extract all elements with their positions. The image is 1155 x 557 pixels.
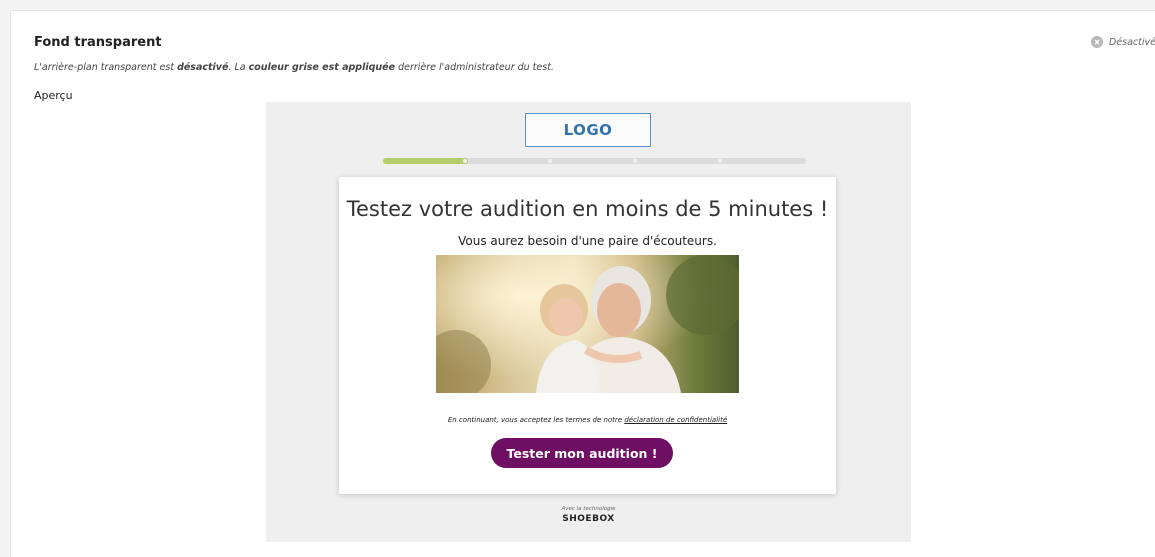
terms-text: En continuant, vous acceptez les termes … <box>339 416 836 424</box>
progress-step-dot <box>718 159 722 163</box>
card-subheadline: Vous aurez besoin d'une paire d'écouteur… <box>458 234 717 248</box>
preview-area: LOGO Testez votre audition en moins de 5… <box>266 102 911 542</box>
card-headline: Testez votre audition en moins de 5 minu… <box>346 197 829 221</box>
terms-prefix: En continuant, vous acceptez les termes … <box>447 416 625 424</box>
close-circle-icon <box>1091 36 1103 48</box>
progress-step-dot <box>548 159 552 163</box>
status-toggle[interactable]: Désactivé <box>1091 36 1155 48</box>
progress-fill <box>383 158 468 164</box>
powered-by-text: Avec la technologie <box>561 506 616 512</box>
description-emphasis-2: couleur grise est appliquée <box>248 62 396 73</box>
progress-step-dot <box>463 159 467 163</box>
description-text-2: . La <box>228 62 249 73</box>
description-emphasis-1: désactivé <box>177 62 229 73</box>
section-title: Fond transparent <box>34 35 162 50</box>
start-test-button[interactable]: Tester mon audition ! <box>491 438 673 468</box>
description-text-3: derrière l'administrateur du test. <box>395 62 554 73</box>
hero-photo <box>436 255 739 393</box>
progress-bar <box>383 158 806 164</box>
preview-label: Aperçu <box>34 89 73 102</box>
welcome-card: Testez votre audition en moins de 5 minu… <box>339 177 836 494</box>
brand-logo-text: SHOEBOX <box>562 514 615 524</box>
section-description: L'arrière-plan transparent est désactivé… <box>34 62 554 73</box>
privacy-link[interactable]: déclaration de confidentialité <box>624 416 727 424</box>
logo-placeholder: LOGO <box>525 113 651 147</box>
progress-step-dot <box>633 159 637 163</box>
settings-panel: Fond transparent L'arrière-plan transpar… <box>10 10 1155 557</box>
description-text-1: L'arrière-plan transparent est <box>34 62 178 73</box>
status-label: Désactivé <box>1109 36 1155 48</box>
